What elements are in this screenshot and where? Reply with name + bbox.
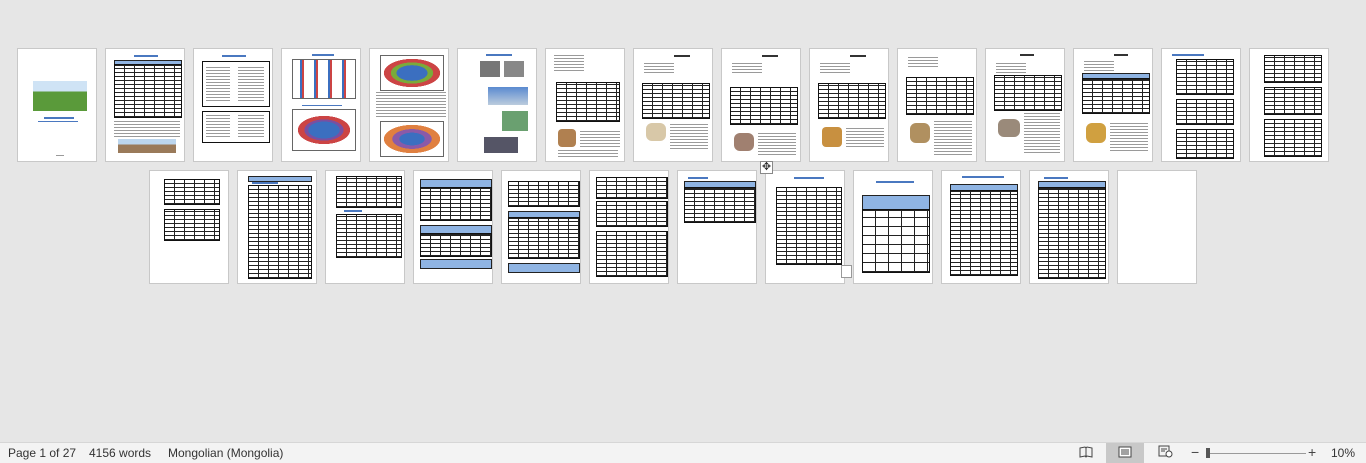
page-20[interactable] — [501, 170, 581, 284]
bar-chart-thumbnail — [292, 59, 356, 99]
web-layout-icon — [1158, 445, 1173, 461]
page-22[interactable] — [677, 170, 757, 284]
pie-chart-thumbnail — [292, 109, 356, 151]
landscape-photo — [118, 139, 176, 153]
table-move-handle-icon[interactable]: ✥ — [760, 161, 773, 174]
page-21[interactable] — [589, 170, 669, 284]
page-25[interactable] — [941, 170, 1021, 284]
page-17[interactable] — [237, 170, 317, 284]
page-19[interactable] — [413, 170, 493, 284]
page-23[interactable] — [765, 170, 845, 284]
page-5[interactable] — [369, 48, 449, 162]
page-14[interactable] — [1161, 48, 1241, 162]
zoom-in-button[interactable]: + — [1308, 444, 1316, 460]
cover-photo — [33, 81, 87, 111]
page-2[interactable] — [105, 48, 185, 162]
web-layout-button[interactable] — [1146, 443, 1184, 463]
page-13[interactable] — [1073, 48, 1153, 162]
page-7[interactable] — [545, 48, 625, 162]
page-11[interactable] — [897, 48, 977, 162]
page-15[interactable] — [1249, 48, 1329, 162]
page-12[interactable] — [985, 48, 1065, 162]
page-1[interactable] — [17, 48, 97, 162]
document-canvas[interactable]: ✥ — [0, 0, 1366, 442]
page-4[interactable] — [281, 48, 361, 162]
zoom-level[interactable]: 10% — [1331, 446, 1355, 460]
page-16[interactable] — [149, 170, 229, 284]
page-3[interactable] — [193, 48, 273, 162]
word-count[interactable]: 4156 words — [89, 446, 151, 460]
status-bar: Page 1 of 27 4156 words Mongolian (Mongo… — [0, 442, 1366, 463]
page-layout-icon — [1118, 446, 1132, 461]
page-27[interactable] — [1117, 170, 1197, 284]
page-10[interactable] — [809, 48, 889, 162]
page-26[interactable] — [1029, 170, 1109, 284]
page-8[interactable] — [633, 48, 713, 162]
table-resize-handle[interactable] — [841, 265, 852, 278]
language-indicator[interactable]: Mongolian (Mongolia) — [168, 446, 283, 460]
page-24[interactable] — [853, 170, 933, 284]
page-9[interactable] — [721, 48, 801, 162]
zoom-out-button[interactable]: − — [1191, 444, 1199, 460]
pie-chart-thumbnail — [380, 121, 444, 157]
print-layout-button[interactable] — [1106, 443, 1144, 463]
page-info[interactable]: Page 1 of 27 — [8, 446, 76, 460]
page-18[interactable] — [325, 170, 405, 284]
pie-chart-thumbnail — [380, 55, 444, 91]
page-6[interactable] — [457, 48, 537, 162]
read-mode-button[interactable] — [1067, 443, 1105, 463]
zoom-slider[interactable] — [1206, 453, 1306, 454]
zoom-slider-thumb[interactable] — [1206, 448, 1210, 458]
book-icon — [1079, 445, 1093, 461]
